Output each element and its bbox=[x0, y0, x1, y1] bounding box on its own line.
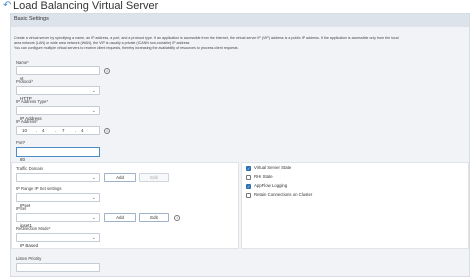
traffic-domain-select[interactable]: ⌄ bbox=[16, 173, 100, 182]
section-title: Basic Settings bbox=[14, 16, 49, 22]
ip-octet-3: 7 bbox=[62, 128, 65, 133]
appflow-logging-label: AppFlow Logging bbox=[254, 183, 288, 188]
ipset-select[interactable]: ipset1 ⌄ bbox=[16, 213, 100, 228]
ip-octet-1: 10 bbox=[22, 128, 28, 133]
redirection-mode-select[interactable]: IP Based ⌄ bbox=[16, 233, 100, 248]
ipset-add-button[interactable]: Add bbox=[104, 213, 136, 222]
traffic-domain-add-button[interactable]: Add bbox=[104, 173, 136, 182]
back-arrow-icon[interactable]: ↶ bbox=[3, 0, 11, 12]
range-settings-select[interactable]: IPset ⌄ bbox=[16, 193, 100, 208]
traffic-domain-edit-button[interactable]: Edit bbox=[139, 173, 169, 182]
appflow-logging-checkbox[interactable]: ✓ bbox=[246, 184, 251, 189]
ip-octet-2: 4 bbox=[42, 128, 45, 133]
ip-dot: . bbox=[55, 128, 57, 134]
page-title: Load Balancing Virtual Server bbox=[13, 0, 159, 12]
description-line-3: You can configure multiple virtual serve… bbox=[14, 46, 239, 50]
listen-priority-label: Listen Priority bbox=[16, 256, 42, 261]
ipset-edit-button[interactable]: Edit bbox=[139, 213, 169, 222]
port-input[interactable]: 80 bbox=[16, 147, 100, 162]
port-label: Port* bbox=[16, 140, 26, 145]
chevron-down-icon: ⌄ bbox=[91, 108, 96, 114]
traffic-domain-label: Traffic Domain bbox=[16, 166, 43, 171]
ip-dot: . bbox=[36, 128, 38, 134]
ip-info-icon[interactable]: i bbox=[104, 128, 110, 134]
rhi-state-label: RHI State bbox=[254, 174, 273, 179]
chevron-down-icon: ⌄ bbox=[91, 88, 96, 94]
retain-connections-checkbox[interactable] bbox=[246, 193, 251, 198]
rhi-state-checkbox[interactable] bbox=[246, 175, 251, 180]
ip-address-label: IP Address* bbox=[16, 119, 38, 124]
ip-octet-4: 4 bbox=[81, 128, 84, 133]
protocol-label: Protocol* bbox=[16, 79, 33, 84]
protocol-select[interactable]: HTTP ⌄ bbox=[16, 86, 100, 101]
right-subpanel bbox=[241, 162, 469, 249]
retain-connections-label: Retain Connections on Cluster bbox=[254, 192, 313, 197]
name-label: Name* bbox=[16, 60, 29, 65]
ip-dot: . bbox=[75, 128, 77, 134]
ip-address-input[interactable]: 10 . 4 . 7 . 4 bbox=[16, 126, 100, 135]
range-settings-label: IP Range IP Set settings bbox=[16, 186, 62, 191]
chevron-down-icon: ⌄ bbox=[91, 235, 96, 241]
ipset-label: IPSet bbox=[16, 206, 27, 211]
redirection-mode-value: IP Based bbox=[20, 243, 39, 248]
ip-type-select[interactable]: IP Address ⌄ bbox=[16, 106, 100, 121]
virtual-server-state-label: Virtual Server State bbox=[254, 165, 292, 170]
chevron-down-icon: ⌄ bbox=[91, 195, 96, 201]
name-input[interactable]: vt bbox=[16, 66, 100, 81]
section-header bbox=[11, 14, 469, 27]
chevron-down-icon: ⌄ bbox=[91, 215, 96, 221]
name-info-icon[interactable]: i bbox=[104, 68, 110, 74]
listen-priority-input[interactable] bbox=[16, 263, 100, 272]
listen-priority-value bbox=[17, 273, 20, 277]
ip-type-label: IP Address Type* bbox=[16, 99, 48, 104]
ipset-info-icon[interactable]: i bbox=[174, 215, 180, 221]
virtual-server-state-checkbox[interactable]: ✓ bbox=[246, 166, 251, 171]
chevron-down-icon: ⌄ bbox=[91, 175, 96, 181]
redirection-mode-label: Redirection Mode* bbox=[16, 226, 51, 231]
